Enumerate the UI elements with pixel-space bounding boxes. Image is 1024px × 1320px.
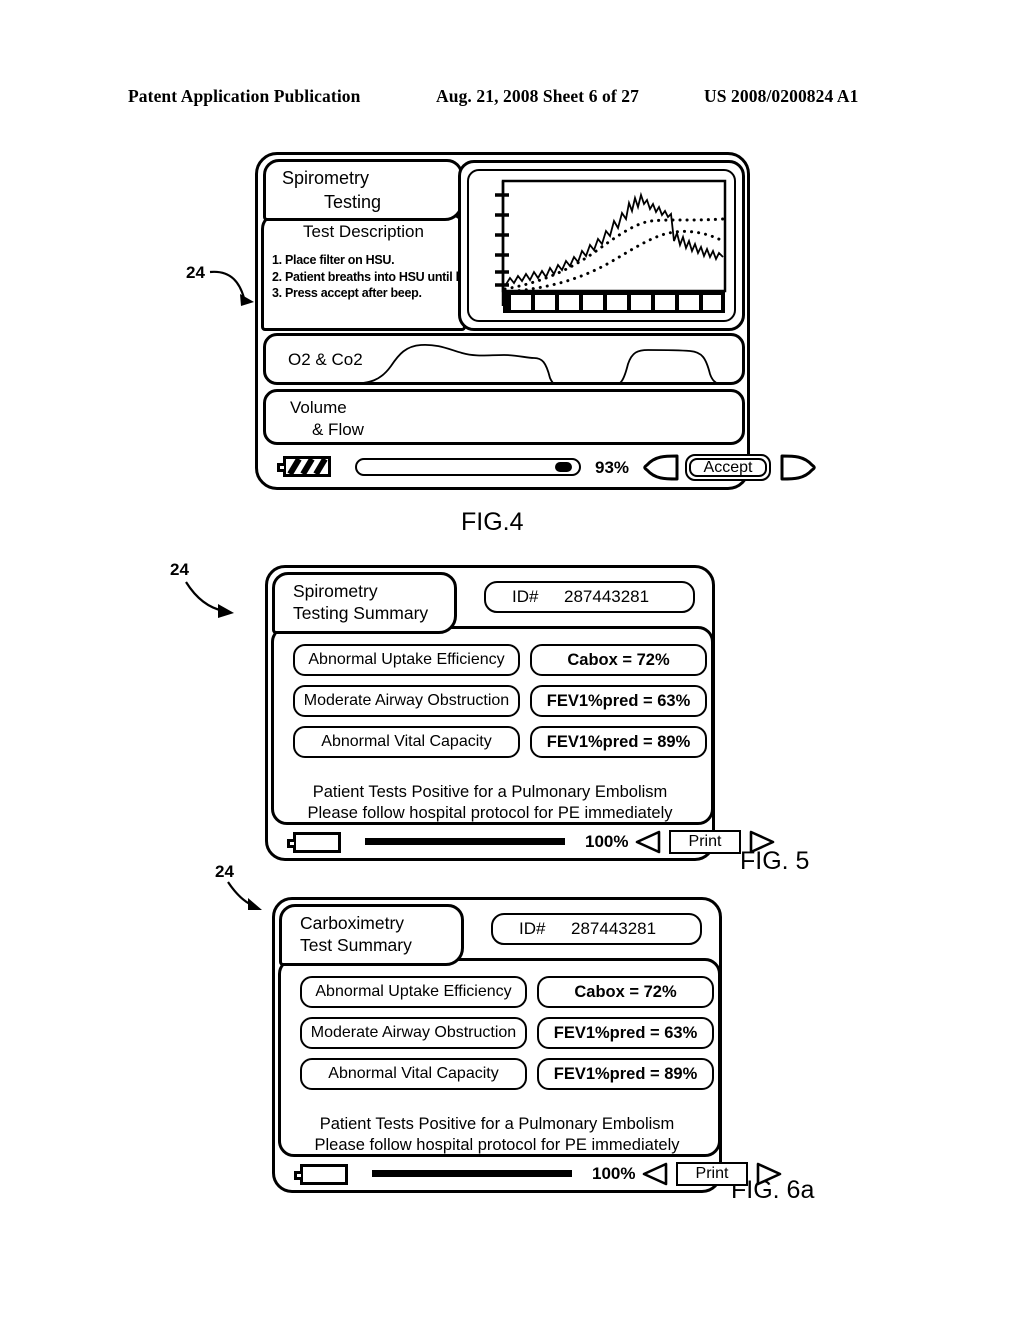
print-button[interactable]: Print [669,830,741,854]
battery-icon [277,456,331,477]
fig6a-title-tab[interactable]: Carboximetry Test Summary [279,904,464,966]
reference-numeral-24-fig4: 24 [186,263,205,282]
fig6a-message-line2: Please follow hospital protocol for PE i… [314,1136,680,1154]
fig6a-finding-3[interactable]: Abnormal Vital Capacity [300,1058,527,1090]
fig6a-metric-2[interactable]: FEV1%pred = 63% [537,1017,714,1049]
fig5-id-value: 287443281 [564,587,650,606]
print-button[interactable]: Print [676,1162,748,1186]
fig5-finding-2[interactable]: Moderate Airway Obstruction [293,685,520,717]
fig4-graph-display[interactable] [458,160,745,331]
fig5-finding-3[interactable]: Abnormal Vital Capacity [293,726,520,758]
fig5-diagnosis-message: Patient Tests Positive for a Pulmonary E… [268,782,712,824]
lead-line-fig5 [185,581,234,618]
fig6a-footer-bar: 100% Print [278,1156,782,1194]
fig5-summary-panel: Spirometry Testing Summary ID# 287443281… [265,565,775,862]
left-triangle-icon[interactable] [642,1162,668,1186]
fig6a-finding-1[interactable]: Abnormal Uptake Efficiency [300,976,527,1008]
fig4-progress-fill [555,462,572,472]
fig4-graph-screen [467,169,736,322]
fig6a-patient-id-box[interactable]: ID# 287443281 [491,913,702,945]
fig4-caption: FIG.4 [461,508,524,536]
fig4-graph-bottom-blocks [503,291,725,313]
print-button-label: Print [695,1165,729,1182]
fig6a-diagnosis-message: Patient Tests Positive for a Pulmonary E… [275,1114,719,1156]
fig5-metric-1[interactable]: Cabox = 72% [530,644,707,676]
fig6a-summary-panel: Carboximetry Test Summary ID# 287443281 … [272,897,782,1194]
fig5-progress-percent: 100% [585,832,629,851]
fig4-title-line1: Spirometry [282,168,370,188]
fig6a-title-line2: Test Summary [300,935,412,955]
right-triangle-icon[interactable] [756,1162,782,1186]
battery-icon [287,832,341,853]
fig4-step-3: 3. Press accept after beep. [272,286,422,300]
fig4-test-description-tab[interactable]: Test Description 1. Place filter on HSU.… [261,213,494,331]
fig5-message-line1: Patient Tests Positive for a Pulmonary E… [312,783,668,801]
fig5-title-line1: Spirometry [293,581,378,601]
fig5-message-line2: Please follow hospital protocol for PE i… [307,804,673,822]
fig4-progress-percent: 93% [595,458,630,477]
reference-numeral-24-fig5: 24 [170,560,189,579]
fig5-title-line2: Testing Summary [293,603,429,623]
fig6a-id-value: 287443281 [571,919,657,938]
fig5-patient-id-box[interactable]: ID# 287443281 [484,581,695,613]
right-triangle-icon[interactable] [780,454,816,481]
fig6a-metric-1[interactable]: Cabox = 72% [537,976,714,1008]
fig5-footer-bar: 100% Print [271,824,775,862]
fig4-device-panel: Spirometry Testing Test Description 1. P… [255,152,816,490]
fig6a-id-label: ID# [519,919,546,938]
fig4-o2-co2-waveform [363,343,717,382]
fig4-title-tab[interactable]: Spirometry Testing [263,159,463,221]
accept-button[interactable]: Accept [685,454,771,481]
fig4-flow-label: & Flow [312,420,364,439]
fig4-volume-label: Volume [290,398,347,417]
fig4-title-line2: Testing [324,192,382,212]
fig6a-progress-percent: 100% [592,1164,636,1183]
fig5-metric-2[interactable]: FEV1%pred = 63% [530,685,707,717]
fig4-waveform-chart [495,179,727,313]
header-right-text: US 2008/0200824 A1 [704,86,859,106]
fig6a-finding-2[interactable]: Moderate Airway Obstruction [300,1017,527,1049]
header-left-text: Patent Application Publication [128,86,361,106]
fig6a-progress-bar[interactable] [372,1170,572,1177]
fig4-o2-co2-tab[interactable]: O2 & Co2 [263,333,745,385]
fig5-metric-3[interactable]: FEV1%pred = 89% [530,726,707,758]
header-middle-text: Aug. 21, 2008 Sheet 6 of 27 [436,86,639,106]
fig4-volume-flow-tab[interactable]: Volume & Flow [263,389,745,445]
left-triangle-icon[interactable] [643,454,679,481]
fig5-title-tab[interactable]: Spirometry Testing Summary [272,572,457,634]
fig5-id-label: ID# [512,587,539,606]
publication-header: Patent Application Publication Aug. 21, … [128,86,896,112]
fig4-footer-bar: 93% Accept [261,445,816,489]
fig4-progress-bar[interactable] [355,458,581,476]
fig4-step-1: 1. Place filter on HSU. [272,253,395,267]
battery-icon [294,1164,348,1185]
right-triangle-icon[interactable] [749,830,775,854]
fig6a-metric-3[interactable]: FEV1%pred = 89% [537,1058,714,1090]
left-triangle-icon[interactable] [635,830,661,854]
accept-button-label: Accept [703,458,753,476]
fig5-progress-bar[interactable] [365,838,565,845]
fig6a-title-line1: Carboximetry [300,913,405,933]
fig4-step-2: 2. Patient breaths into HSU until beeps. [272,269,494,284]
lead-line-fig6a [227,881,262,910]
print-button-label: Print [688,833,722,850]
fig5-finding-1[interactable]: Abnormal Uptake Efficiency [293,644,520,676]
fig4-steps-list: 1. Place filter on HSU. 2. Patient breat… [272,252,494,302]
fig4-description-heading: Test Description [303,222,424,241]
fig6a-message-line1: Patient Tests Positive for a Pulmonary E… [319,1115,675,1133]
